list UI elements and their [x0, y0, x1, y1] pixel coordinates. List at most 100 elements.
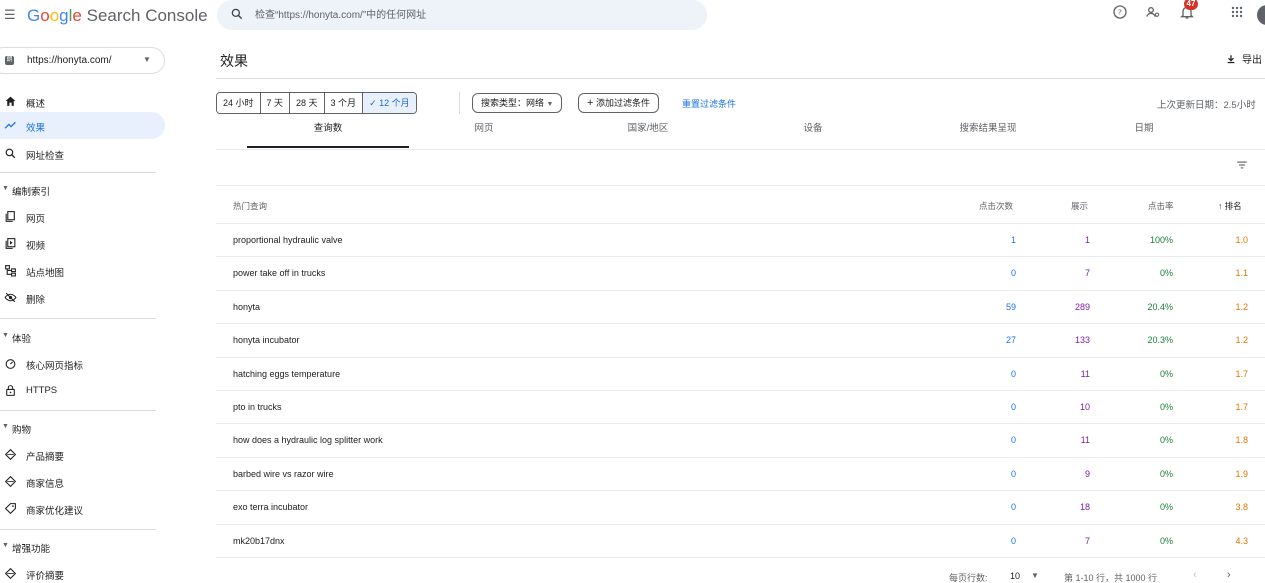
cell-ctr: 0%	[1159, 368, 1173, 379]
reset-filters-link[interactable]: 重置过滤条件	[682, 97, 736, 110]
caret-down-icon: ▼	[2, 423, 9, 430]
sidebar-divider	[0, 172, 156, 173]
sidebar-item-videos[interactable]: 视频	[0, 230, 165, 257]
user-settings-icon[interactable]	[1145, 4, 1161, 20]
sidebar-item-sitemaps[interactable]: 站点地图	[0, 257, 165, 284]
tab-queries[interactable]: 查询数	[247, 122, 409, 148]
sidebar-item-merchant-listings[interactable]: 商家信息	[0, 468, 165, 495]
export-button[interactable]: 导出	[1226, 51, 1262, 66]
header-clicks[interactable]: 点击次数	[979, 200, 1013, 212]
date-range-28d[interactable]: 28 天	[290, 93, 325, 113]
cell-query: pto in trucks	[233, 401, 282, 412]
caret-down-icon: ▼	[2, 332, 9, 339]
check-icon: ✓	[369, 98, 377, 108]
trending-icon	[4, 121, 16, 129]
sidebar-item-shopping-tab[interactable]: 商家优化建议	[0, 495, 165, 522]
cell-ctr: 0%	[1159, 401, 1173, 412]
filter-list-icon[interactable]	[1234, 158, 1250, 172]
cell-position: 1.0	[1235, 235, 1248, 245]
help-icon[interactable]: ?	[1112, 4, 1128, 20]
cell-impressions: 18	[1079, 502, 1090, 513]
table-row[interactable]: honyta incubator 27 133 20.3% 1.2	[216, 324, 1265, 358]
title-divider	[216, 78, 1265, 79]
date-range-3m[interactable]: 3 个月	[324, 93, 364, 113]
header-impressions[interactable]: 展示	[1071, 200, 1088, 212]
table-row[interactable]: proportional hydraulic valve 1 1 100% 1.0	[216, 224, 1265, 258]
sidebar-item-label: 视频	[26, 241, 46, 252]
table-row[interactable]: mk20b17dnx 0 7 0% 4.3	[216, 525, 1265, 558]
table-row[interactable]: barbed wire vs razor wire 0 9 0% 1.9	[216, 458, 1265, 492]
add-filter-button[interactable]: + 添加过滤条件	[578, 93, 659, 113]
caret-down-icon[interactable]: ▼	[1031, 571, 1039, 580]
cell-position: 1.2	[1235, 335, 1248, 346]
diamond-icon	[4, 567, 17, 580]
svg-text:?: ?	[1118, 8, 1122, 17]
tab-dates[interactable]: 日期	[1074, 122, 1214, 148]
table-row[interactable]: how does a hydraulic log splitter work 0 1…	[216, 424, 1265, 458]
cell-impressions: 133	[1074, 335, 1090, 346]
chevron-left-icon[interactable]: ‹	[1193, 569, 1197, 581]
sidebar-item-product-snippets[interactable]: 产品摘要	[0, 441, 165, 468]
tab-countries[interactable]: 国家/地区	[578, 122, 718, 148]
table-row[interactable]: honyta 59 289 20.4% 1.2	[216, 291, 1265, 325]
cell-impressions: 7	[1084, 268, 1090, 279]
cell-ctr: 0%	[1159, 468, 1173, 479]
chevron-right-icon[interactable]: ›	[1227, 569, 1231, 581]
sidebar-item-performance[interactable]: 效果	[0, 112, 165, 139]
table-row[interactable]: hatching eggs temperature 0 11 0% 1.7	[216, 358, 1265, 391]
search-input[interactable]	[255, 6, 695, 24]
menu-icon[interactable]: ☰	[4, 8, 18, 22]
app-logo[interactable]: Google Search Console	[27, 6, 208, 26]
cell-clicks: 0	[1010, 535, 1016, 546]
speed-icon	[5, 359, 16, 369]
main-content: 效果 导出 24 小时 7 天 28 天 3 个月 ✓ 12 个月 搜索类型：网…	[216, 40, 1265, 583]
tab-devices[interactable]: 设备	[743, 122, 883, 148]
sidebar-item-label: 评价摘要	[26, 571, 65, 582]
removals-icon	[4, 292, 17, 303]
sidebar-item-pages[interactable]: 网页	[0, 203, 165, 230]
date-range-24h[interactable]: 24 小时	[217, 93, 261, 113]
sidebar-section-experience[interactable]: ▼ 体验	[0, 327, 165, 347]
sidebar-item-label: 删除	[26, 295, 46, 306]
cell-clicks: 0	[1010, 401, 1016, 412]
sidebar-item-core-web-vitals[interactable]: 核心网页指标	[0, 350, 165, 377]
cell-query: mk20b17dnx	[233, 535, 285, 546]
cell-clicks: 1	[1010, 235, 1016, 245]
sidebar-section-shopping[interactable]: ▼ 购物	[0, 418, 165, 438]
avatar[interactable]	[1257, 5, 1265, 25]
cell-ctr: 0%	[1159, 502, 1173, 513]
sidebar-item-removals[interactable]: 删除	[0, 284, 165, 311]
caret-down-icon: ▼	[143, 55, 151, 64]
sidebar-item-url-inspection[interactable]: 网址检查	[0, 140, 165, 167]
search-type-chip[interactable]: 搜索类型：网络 ▼	[472, 93, 563, 113]
logo-letter: e	[72, 6, 82, 25]
cell-clicks: 0	[1010, 468, 1016, 479]
sidebar-item-review-snippets[interactable]: 评价摘要	[0, 560, 165, 583]
table-row[interactable]: power take off in trucks 0 7 0% 1.1	[216, 257, 1265, 291]
date-range-group: 24 小时 7 天 28 天 3 个月 ✓ 12 个月	[216, 92, 417, 114]
notification-badge: 47	[1184, 0, 1198, 10]
tab-pages[interactable]: 网页	[414, 122, 554, 148]
table-row[interactable]: pto in trucks 0 10 0% 1.7	[216, 391, 1265, 425]
tab-search-appearance[interactable]: 搜索结果呈现	[908, 122, 1068, 148]
sidebar-divider	[0, 529, 156, 530]
cell-position: 1.7	[1235, 401, 1248, 412]
cell-query: how does a hydraulic log splitter work	[233, 435, 383, 446]
property-selector[interactable]: 朗 https://honyta.com/ ▼	[0, 47, 165, 74]
search-bar[interactable]	[217, 0, 707, 30]
search-icon	[231, 8, 243, 20]
header-ctr[interactable]: 点击率	[1148, 200, 1174, 212]
pagination: 每页行数: 10 ▼ 第 1-10 行，共 1000 行 ‹ ›	[216, 568, 1265, 583]
rows-per-page-select[interactable]: 10	[1010, 571, 1020, 581]
sidebar-item-overview[interactable]: 概述	[0, 88, 165, 115]
table-row[interactable]: exo terra incubator 0 18 0% 3.8	[216, 491, 1265, 525]
sidebar-section-enhancements[interactable]: ▼ 增强功能	[0, 537, 165, 557]
sidebar-section-indexing[interactable]: ▼ 编制索引	[0, 180, 165, 200]
apps-grid-icon[interactable]	[1229, 4, 1245, 20]
last-updated-text: 上次更新日期：2.5小时	[1157, 100, 1256, 111]
sidebar-item-https[interactable]: HTTPS	[0, 377, 165, 404]
sidebar-item-label: 产品摘要	[26, 452, 65, 463]
header-position[interactable]: ↑ 排名	[1218, 200, 1242, 212]
date-range-12m[interactable]: ✓ 12 个月	[363, 93, 416, 113]
date-range-7d[interactable]: 7 天	[260, 93, 291, 113]
